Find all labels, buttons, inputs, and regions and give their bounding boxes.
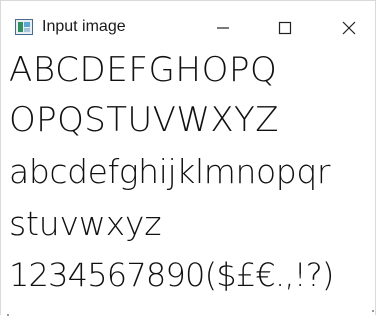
image-window: Input image ABCDEFGHOPQ OPQSTUVWXYZ abcd… [0, 0, 376, 316]
window-title: Input image [42, 18, 126, 35]
maximize-button[interactable] [259, 7, 311, 47]
minimize-button[interactable] [197, 7, 249, 47]
title-bar[interactable]: Input image [1, 1, 375, 51]
text-line-uppercase-2: OPQSTUVWXYZ [9, 100, 279, 140]
image-canvas: ABCDEFGHOPQ OPQSTUVWXYZ abcdefghijklmnop… [1, 51, 375, 315]
minimize-icon [217, 27, 229, 29]
maximize-icon [278, 21, 292, 35]
text-line-uppercase-1: ABCDEFGHOPQ [9, 50, 278, 90]
text-line-lowercase-1: abcdefghijklmnopqr [9, 152, 331, 191]
image-viewer-icon [15, 19, 33, 35]
text-line-lowercase-2: stuvwxyz [9, 204, 162, 243]
close-button[interactable] [323, 7, 375, 47]
resize-grip[interactable] [372, 310, 374, 312]
close-icon [342, 21, 356, 35]
text-line-digits-symbols: 1234567890($£€.,!?) [9, 256, 334, 294]
